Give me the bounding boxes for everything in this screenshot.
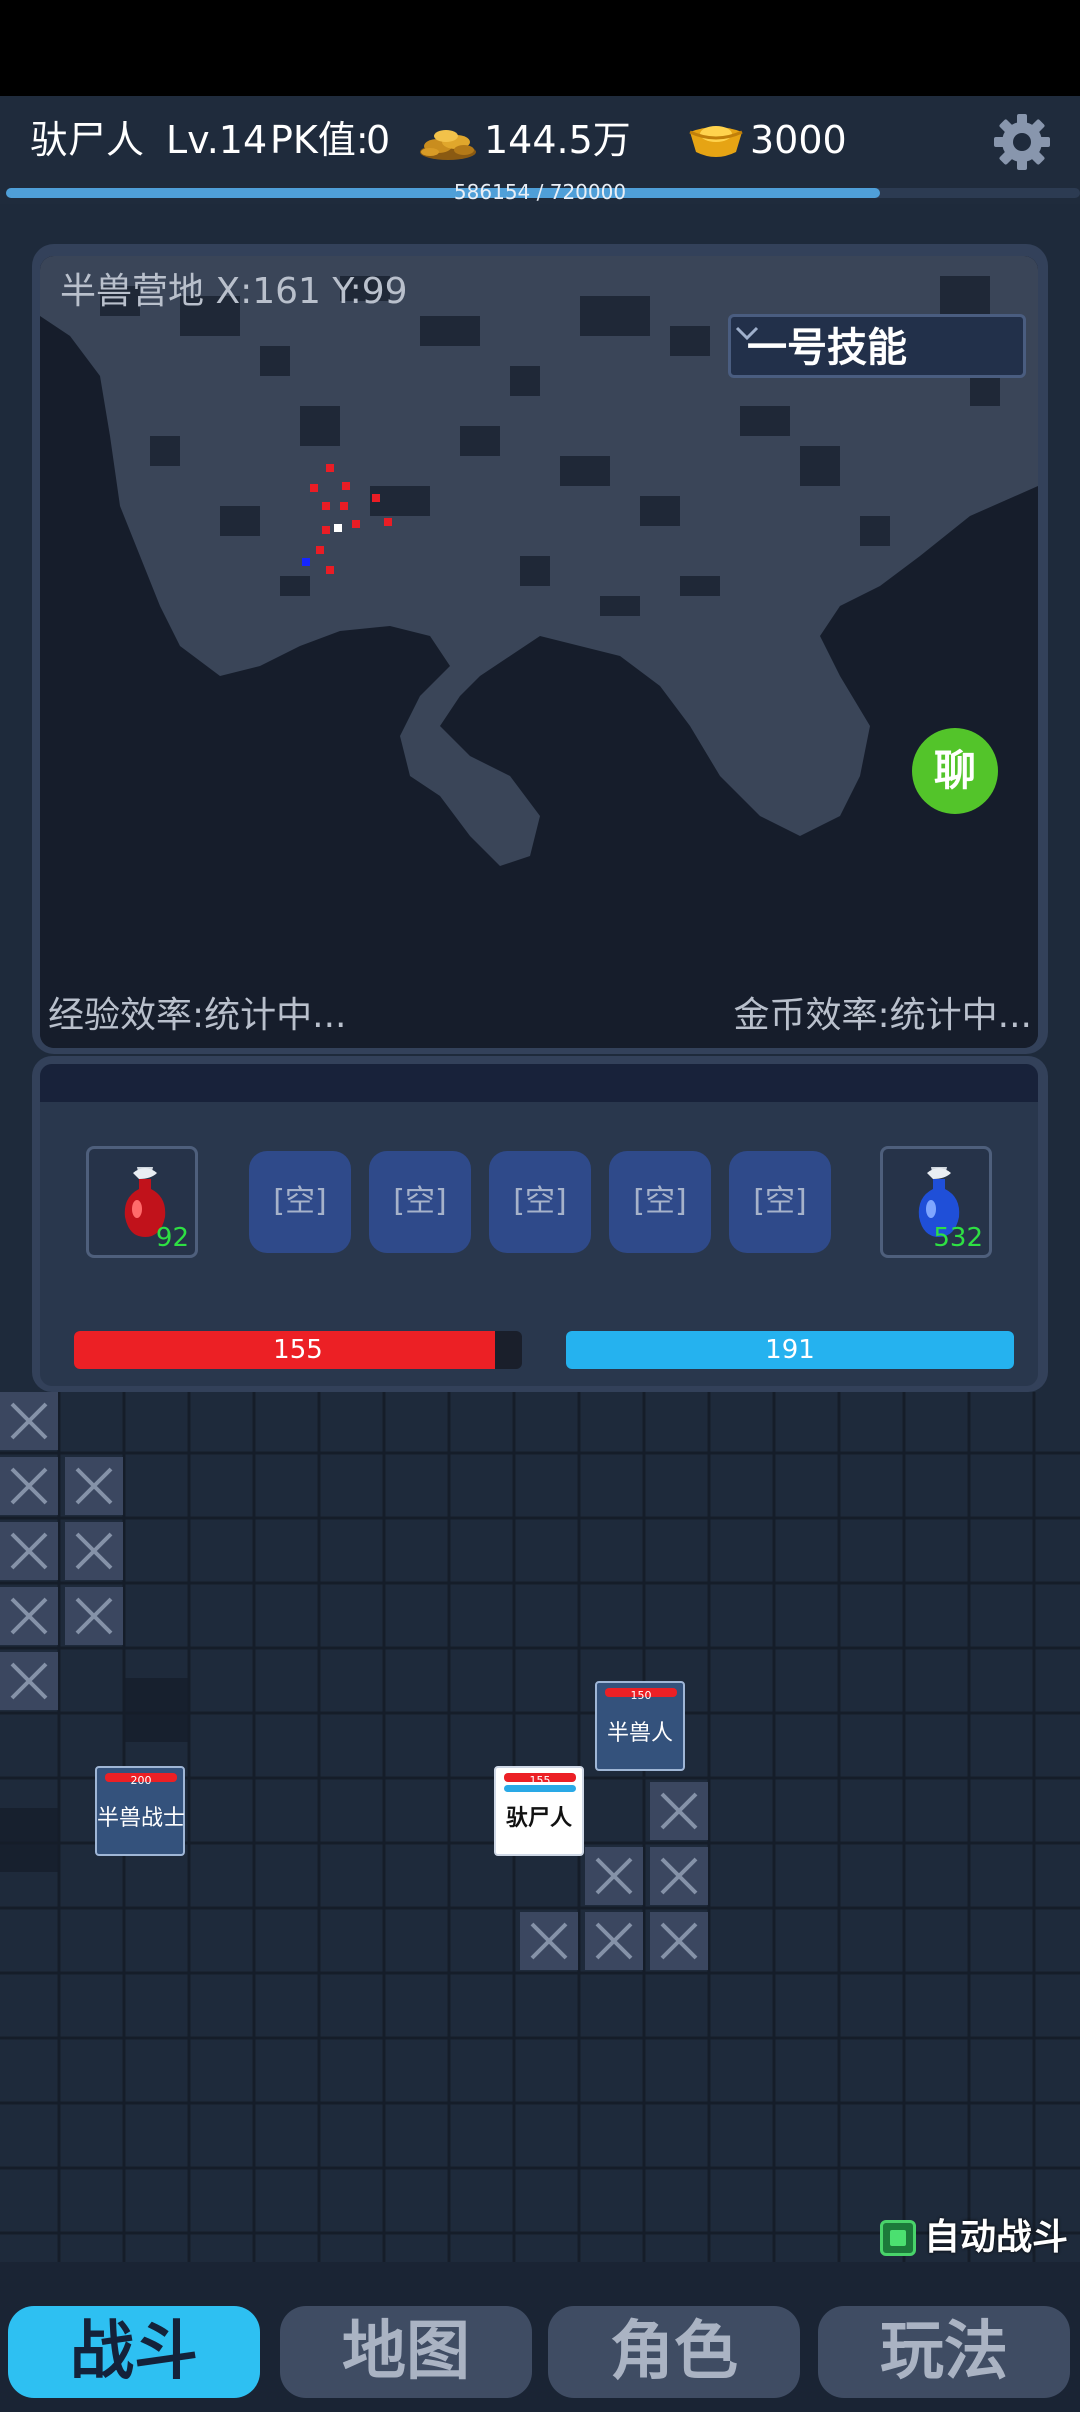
blocked-cell-x-icon: [0, 1392, 58, 1450]
message-strip: [40, 1064, 1038, 1102]
unit-name: 半兽人: [606, 1721, 673, 1746]
unit-name: 半兽战士: [97, 1806, 186, 1831]
skill-slot-1[interactable]: [空]: [249, 1151, 351, 1253]
gold-efficiency: 金币效率:统计中...: [733, 995, 1032, 1036]
unit-name: 驮尸人: [505, 1806, 572, 1831]
skill-slot-2[interactable]: [空]: [369, 1151, 471, 1253]
pk-value: 0: [366, 118, 391, 162]
blocked-cell-x-icon: [650, 1782, 708, 1840]
skill-dropdown-value: 一号技能: [747, 325, 907, 371]
blocked-cell-x-icon: [65, 1587, 123, 1645]
skill-slot-3[interactable]: [空]: [489, 1151, 591, 1253]
skill-dropdown[interactable]: 一号技能: [728, 314, 1026, 378]
enemy-unit-orc-warrior[interactable]: 200 半兽战士: [95, 1766, 185, 1856]
blocked-cell-x-icon: [0, 1652, 58, 1710]
experience-text: 586154 / 720000: [453, 180, 627, 204]
blocked-cell-x-icon: [650, 1912, 708, 1970]
blocked-cell-x-icon: [0, 1587, 58, 1645]
blocked-cell-x-icon: [0, 1522, 58, 1580]
unit-mp-bar: [504, 1785, 576, 1792]
mp-potion-slot[interactable]: 532: [880, 1146, 992, 1258]
mp-bar: 191: [566, 1331, 1014, 1369]
blocked-cell-x-icon: [0, 1457, 58, 1515]
hp-bar: 155: [74, 1331, 522, 1369]
coin-amount: 144.5万: [484, 118, 631, 162]
unit-hp-bar: 200: [105, 1773, 177, 1787]
skill-slot-5[interactable]: [空]: [729, 1151, 831, 1253]
auto-battle-checkbox[interactable]: [880, 2220, 916, 2256]
tab-character[interactable]: 角色: [548, 2306, 800, 2398]
hp-potion-count: 92: [155, 1223, 189, 1253]
player-level: Lv.14: [166, 118, 268, 162]
mp-text: 191: [765, 1335, 815, 1365]
hp-potion-slot[interactable]: 92: [86, 1146, 198, 1258]
map-location: 半兽营地 X:161 Y:99: [60, 271, 408, 312]
minimap[interactable]: 半兽营地 X:161 Y:99 一号技能 聊 经验效率:统计中... 金币效率:…: [40, 256, 1038, 1048]
unit-hp-bar: 155: [504, 1773, 576, 1787]
auto-battle-label: 自动战斗: [924, 2217, 1069, 2258]
gold-amount: 3000: [750, 118, 847, 162]
unit-hp-bar: 150: [605, 1688, 677, 1702]
player-name: 驮尸人: [30, 118, 145, 162]
pk-label: PK值:: [270, 118, 369, 162]
gold-coins-icon: [420, 130, 476, 160]
status-bar-area: [0, 0, 1080, 96]
blocked-cell-x-icon: [65, 1522, 123, 1580]
chat-button[interactable]: 聊: [912, 728, 998, 814]
unit-hp-value: 200: [130, 1774, 152, 1787]
game-screen: 驮尸人 Lv.14 PK值: 0 144.5万 3000 586154 / 72…: [0, 0, 1080, 2412]
blocked-cell-x-icon: [65, 1457, 123, 1515]
skill-slot-4[interactable]: [空]: [609, 1151, 711, 1253]
blocked-cell-x-icon: [650, 1847, 708, 1905]
chevron-down-icon: [735, 326, 759, 341]
tab-map[interactable]: 地图: [280, 2306, 532, 2398]
blocked-cell-x-icon: [585, 1912, 643, 1970]
exp-efficiency: 经验效率:统计中...: [48, 995, 347, 1036]
tab-gameplay[interactable]: 玩法: [818, 2306, 1070, 2398]
tab-battle[interactable]: 战斗: [8, 2306, 260, 2398]
battle-grid[interactable]: 150 半兽人 200 半兽战士 155 驮尸人: [0, 1392, 1080, 2262]
enemy-unit-orc[interactable]: 150 半兽人: [595, 1681, 685, 1771]
blocked-cell-x-icon: [520, 1912, 578, 1970]
gear-icon[interactable]: [992, 112, 1052, 172]
blocked-cell-x-icon: [585, 1847, 643, 1905]
gold-ingot-icon: [689, 126, 743, 157]
player-unit[interactable]: 155 驮尸人: [494, 1766, 584, 1856]
mp-potion-count: 532: [933, 1223, 983, 1253]
unit-hp-value: 150: [630, 1689, 652, 1702]
hp-text: 155: [273, 1335, 323, 1365]
